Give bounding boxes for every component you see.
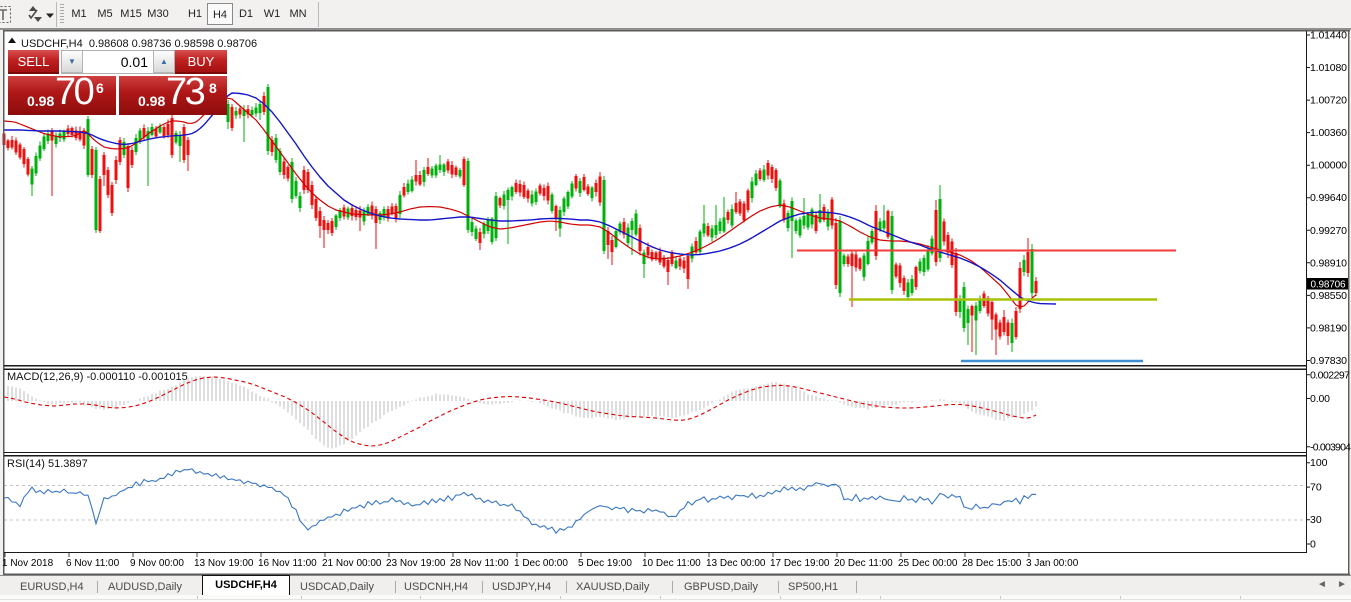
svg-text:0.98910: 0.98910 (1310, 257, 1347, 269)
svg-text:MACD(12,26,9) -0.000110 -0.001: MACD(12,26,9) -0.000110 -0.001015 (7, 371, 188, 383)
svg-text:0: 0 (1310, 539, 1316, 551)
svg-text:0.00: 0.00 (1310, 393, 1330, 405)
svg-text:RSI(14) 51.3897: RSI(14) 51.3897 (7, 458, 88, 470)
svg-text:0.002297: 0.002297 (1310, 369, 1350, 381)
svg-text:23 Nov 19:00: 23 Nov 19:00 (386, 558, 446, 569)
svg-text:1 Dec 00:00: 1 Dec 00:00 (514, 558, 568, 569)
svg-text:13 Nov 19:00: 13 Nov 19:00 (194, 558, 254, 569)
svg-text:0.98706: 0.98706 (1311, 280, 1346, 291)
svg-text:1.00000: 1.00000 (1310, 160, 1347, 172)
svg-text:3 Jan 00:00: 3 Jan 00:00 (1026, 558, 1079, 569)
svg-text:5 Dec 19:00: 5 Dec 19:00 (578, 558, 632, 569)
svg-text:0.99270: 0.99270 (1310, 225, 1347, 237)
svg-text:USDCHF,H4 0.98608 0.98736 0.9: USDCHF,H4 0.98608 0.98736 0.98598 0.9870… (21, 38, 257, 50)
svg-text:13 Dec 00:00: 13 Dec 00:00 (706, 558, 766, 569)
svg-text:17 Dec 19:00: 17 Dec 19:00 (770, 558, 830, 569)
svg-text:21 Nov 00:00: 21 Nov 00:00 (322, 558, 382, 569)
svg-text:0.97830: 0.97830 (1310, 355, 1347, 367)
svg-text:30: 30 (1310, 514, 1322, 526)
svg-text:1 Nov 2018: 1 Nov 2018 (2, 558, 54, 569)
svg-text:-0.003904: -0.003904 (1310, 441, 1351, 453)
svg-text:9 Nov 00:00: 9 Nov 00:00 (130, 558, 184, 569)
svg-text:28 Nov 11:00: 28 Nov 11:00 (450, 558, 509, 569)
svg-text:1.01440: 1.01440 (1310, 30, 1347, 42)
svg-text:70: 70 (1310, 482, 1322, 494)
svg-text:1.00360: 1.00360 (1310, 127, 1347, 139)
svg-text:10 Dec 11:00: 10 Dec 11:00 (642, 558, 701, 569)
svg-text:20 Dec 11:00: 20 Dec 11:00 (834, 558, 893, 569)
svg-text:1.01080: 1.01080 (1310, 62, 1347, 74)
svg-text:16 Nov 11:00: 16 Nov 11:00 (258, 558, 317, 569)
svg-text:0.98190: 0.98190 (1310, 322, 1347, 334)
svg-text:0.98550: 0.98550 (1310, 290, 1347, 302)
svg-text:0.99640: 0.99640 (1310, 192, 1347, 204)
svg-text:28 Dec 15:00: 28 Dec 15:00 (962, 558, 1022, 569)
svg-text:25 Dec 00:00: 25 Dec 00:00 (898, 558, 958, 569)
svg-text:1.00720: 1.00720 (1310, 95, 1347, 107)
svg-text:100: 100 (1310, 457, 1328, 469)
svg-text:6 Nov 11:00: 6 Nov 11:00 (66, 558, 120, 569)
